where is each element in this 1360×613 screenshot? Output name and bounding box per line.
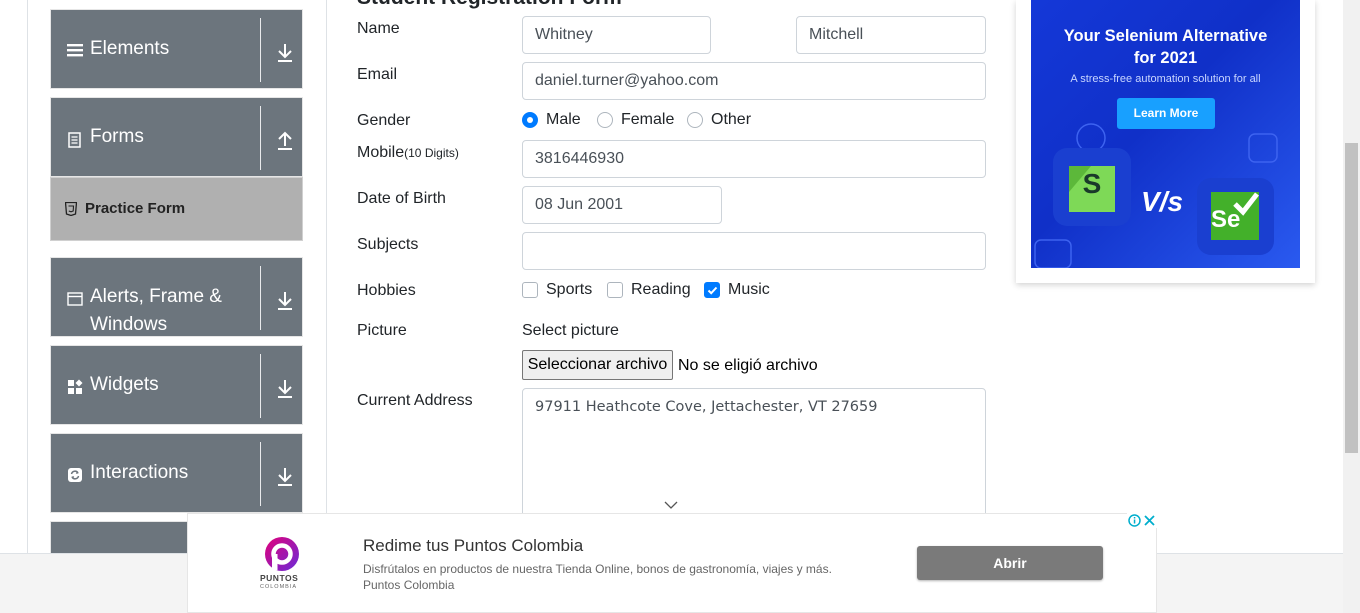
mobile-label-text: Mobile — [357, 144, 405, 161]
hobby-sports-checkbox[interactable] — [522, 282, 538, 298]
bottom-ad-banner[interactable]: PUNTOS COLOMBIA Redime tus Puntos Colomb… — [187, 513, 1157, 613]
sidebar-group-alerts[interactable]: Alerts, Frame & Windows — [50, 257, 303, 337]
sidebar-group-label: Forms — [90, 126, 144, 147]
document-icon — [68, 132, 81, 148]
checkmark-icon — [707, 286, 718, 295]
mobile-hint: (10 Digits) — [404, 146, 459, 160]
current-address-textarea[interactable]: 97911 Heathcote Cove, Jettachester, VT 2… — [522, 388, 986, 518]
mobile-label: Mobile(10 Digits) — [357, 144, 459, 162]
sidebar-group-forms[interactable]: Forms — [50, 97, 303, 177]
subjects-label: Subjects — [357, 236, 419, 253]
ad-description: Disfrútalos en productos de nuestra Tien… — [363, 561, 903, 593]
hobby-sports-label[interactable]: Sports — [546, 281, 592, 299]
last-name-input[interactable]: Mitchell — [796, 16, 986, 54]
name-label: Name — [357, 20, 400, 37]
sidebar-group-widgets[interactable]: Widgets — [50, 345, 303, 425]
group-divider — [260, 354, 261, 418]
ad-title-line1: Your Selenium Alternative — [1063, 27, 1268, 45]
sidebar-left-border — [27, 0, 28, 553]
dob-input[interactable]: 08 Jun 2001 — [522, 186, 722, 224]
sidebar-item-practice-form[interactable]: Practice Form — [50, 177, 303, 241]
first-name-input[interactable]: Whitney — [522, 16, 711, 54]
email-label: Email — [357, 66, 398, 83]
widgets-icon — [68, 379, 83, 394]
hobby-music-checkbox[interactable] — [704, 282, 720, 298]
group-divider — [260, 18, 261, 82]
group-divider — [260, 266, 261, 330]
sidebar-group-label: Widgets — [90, 374, 159, 395]
subjects-input[interactable] — [522, 232, 986, 270]
select-picture-label: Select picture — [522, 322, 619, 339]
hobby-reading-checkbox[interactable] — [607, 282, 623, 298]
file-status: No se eligió archivo — [678, 357, 818, 374]
email-input[interactable]: daniel.turner@yahoo.com — [522, 62, 986, 100]
group-divider — [260, 106, 261, 170]
hamburger-icon — [67, 44, 83, 57]
ad-logo-subtext: COLOMBIA — [260, 584, 298, 590]
address-label: Current Address — [357, 392, 473, 409]
scrollbar-thumb[interactable] — [1345, 143, 1358, 453]
download-arrow-icon[interactable] — [275, 378, 295, 400]
html5-icon — [65, 202, 77, 216]
sidebar-group-label: Elements — [90, 38, 170, 59]
interactions-icon — [68, 468, 82, 482]
ad-logo-left: S — [1082, 168, 1102, 199]
hobby-music-label[interactable]: Music — [728, 281, 770, 299]
sidebar-group-elements[interactable]: Elements — [50, 9, 303, 89]
sidebar-group-label: Interactions — [90, 462, 189, 483]
sidebar-group-interactions[interactable]: Interactions — [50, 433, 303, 513]
chevron-down-icon[interactable] — [664, 500, 678, 510]
open-button[interactable]: Abrir — [917, 546, 1103, 580]
sidebar-item-label: Practice Form — [85, 200, 186, 217]
ad-subtitle: A stress-free automation solution for al… — [1070, 73, 1261, 85]
ad-description-text: Disfrútalos en productos de nuestra Tien… — [363, 562, 832, 576]
download-arrow-icon[interactable] — [275, 42, 295, 64]
form-title: Student Registration Form — [357, 0, 622, 10]
selenium-alternative-ad[interactable]: Your Selenium Alternative for 2021 A str… — [1031, 0, 1300, 268]
sidebar-right-border — [326, 0, 327, 553]
download-arrow-icon[interactable] — [275, 290, 295, 312]
choose-file-button[interactable]: Seleccionar archivo — [522, 350, 673, 380]
gender-other-radio[interactable] — [687, 112, 703, 128]
gender-male-radio[interactable] — [522, 112, 538, 128]
adchoices-icon[interactable] — [1127, 513, 1142, 528]
download-arrow-icon[interactable] — [275, 466, 295, 488]
group-divider — [260, 442, 261, 506]
close-ad-icon[interactable] — [1142, 513, 1157, 528]
gender-other-label[interactable]: Other — [711, 111, 751, 129]
ad-logo-right: Se — [1211, 206, 1241, 233]
sidebar-group-label-line2: Windows — [90, 314, 168, 335]
gender-female-label[interactable]: Female — [621, 111, 674, 129]
gender-male-label[interactable]: Male — [546, 111, 581, 129]
hobbies-label: Hobbies — [357, 282, 416, 299]
ad-vs: V/s — [1141, 186, 1184, 217]
gender-female-radio[interactable] — [597, 112, 613, 128]
mobile-input[interactable]: 3816446930 — [522, 140, 986, 178]
window-icon — [67, 292, 83, 306]
ad-headline[interactable]: Redime tus Puntos Colombia — [363, 536, 583, 556]
dob-label: Date of Birth — [357, 190, 446, 207]
sidebar-group-label: Alerts, Frame & — [90, 286, 222, 307]
picture-label: Picture — [357, 322, 407, 339]
ad-logo-text: PUNTOS — [260, 573, 299, 583]
gender-label: Gender — [357, 112, 411, 129]
ad-title-line2: for 2021 — [1133, 49, 1198, 67]
ad-advertiser: Puntos Colombia — [363, 578, 455, 592]
upload-arrow-icon[interactable] — [275, 130, 295, 152]
hobby-reading-label[interactable]: Reading — [631, 281, 691, 299]
